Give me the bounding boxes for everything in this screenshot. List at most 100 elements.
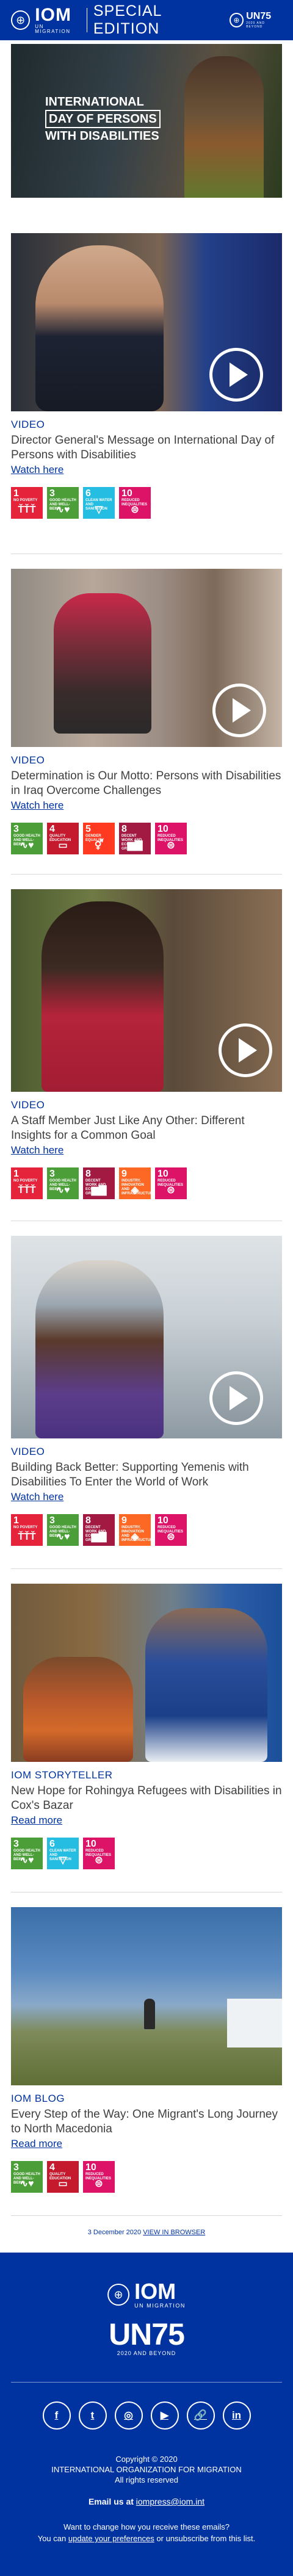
social-links: f t ◎ ▶ 🔗 in [0, 2401, 293, 2430]
sdg-tile: 10 REDUCED INEQUALITIES ⊜ [83, 2161, 115, 2193]
book-icon: ▭ [58, 840, 68, 851]
hero-line-3: WITH DISABILITIES [45, 129, 159, 143]
sdg-number: 9 [121, 1169, 127, 1179]
view-in-browser-link[interactable]: VIEW IN BROWSER [143, 2229, 205, 2236]
equality-icon: ⊜ [167, 1185, 175, 1196]
article-title: Every Step of the Way: One Migrant's Lon… [11, 2108, 278, 2135]
heartbeat-icon: ∿♥ [20, 840, 34, 851]
sdg-number: 3 [49, 1515, 55, 1526]
article-card: VIDEO A Staff Member Just Like Any Other… [11, 889, 282, 1199]
update-preferences-link[interactable]: update your preferences [68, 2534, 154, 2543]
sdg-number: 3 [13, 1839, 19, 1849]
watch-link[interactable]: Watch here [11, 1491, 63, 1503]
article-kicker: VIDEO [11, 419, 45, 430]
sdg-list: 1 NO POVERTY ŤŤŤ 3 GOOD HEALTH AND WELL-BEIN… [11, 1514, 282, 1546]
cubes-icon: ◈ [131, 1532, 139, 1542]
footer-divider [11, 2382, 282, 2383]
article-title: Building Back Better: Supporting Yemenis… [11, 1461, 249, 1488]
iom-logo[interactable]: ⊕ IOM UN MIGRATION [11, 6, 81, 34]
sdg-label: NO POVERTY [13, 1526, 38, 1529]
sdg-tile: 9 INDUSTRY, INNOVATION AND INFRASTRUCTURE… [119, 1167, 155, 1199]
sdg-number: 10 [121, 488, 132, 499]
organization-name: INTERNATIONAL ORGANIZATION FOR MIGRATION [51, 2465, 242, 2474]
edition-title: SPECIAL EDITION [93, 2, 162, 37]
sdg-tile: 3 GOOD HEALTH AND WELL-BEING ∿♥ [47, 1167, 79, 1199]
book-icon: ▭ [58, 2179, 68, 2189]
twitter-icon[interactable]: t [78, 2401, 107, 2430]
sdg-number: 10 [85, 1839, 96, 1849]
sdg-tile: 8 DECENT WORK AND ECONOMIC GROWTH ▆▇ [83, 1167, 115, 1199]
sdg-number: 3 [13, 824, 19, 834]
sdg-tile: 1 NO POVERTY ŤŤŤ [11, 1514, 43, 1546]
read-more-link[interactable]: Read more [11, 2138, 62, 2150]
footer-iom-logo[interactable]: ⊕ IOM UN MIGRATION [107, 2281, 186, 2309]
sdg-label: NO POVERTY [13, 1179, 38, 1183]
sdg-tile: 3 GOOD HEALTH AND WELL-BEING ∿♥ [47, 487, 79, 519]
footer-un75-subtitle: 2020 AND BEYOND [117, 2350, 176, 2356]
article-title: A Staff Member Just Like Any Other: Diff… [11, 1114, 245, 1142]
growth-icon: ▆▇ [127, 840, 143, 851]
sdg-number: 1 [13, 1169, 19, 1179]
article-kicker: IOM BLOG [11, 2093, 65, 2104]
watch-link[interactable]: Watch here [11, 1144, 63, 1156]
email-link[interactable]: iompress@iom.int [136, 2497, 204, 2506]
play-icon[interactable] [212, 684, 266, 737]
youtube-icon[interactable]: ▶ [150, 2401, 179, 2430]
hero-title: INTERNATIONAL DAY OF PERSONS WITH DISABI… [45, 94, 161, 144]
equality-icon: ⊜ [95, 2179, 103, 2189]
article-thumbnail[interactable] [11, 1236, 282, 1438]
sdg-tile: 4 QUALITY EDUCATION ▭ [47, 823, 79, 854]
logo-subtitle: UN MIGRATION [35, 24, 71, 34]
article-card: VIDEO Director General's Message on Inte… [11, 233, 282, 519]
sdg-number: 6 [85, 488, 91, 499]
article-card: IOM BLOG Every Step of the Way: One Migr… [11, 1907, 282, 2193]
sdg-tile: 10 REDUCED INEQUALITIES ⊜ [155, 823, 187, 854]
sdg-number: 6 [49, 1839, 55, 1849]
sdg-tile: 3 GOOD HEALTH AND WELL-BEING ∿♥ [47, 1514, 79, 1546]
hero-line-1: INTERNATIONAL [45, 95, 144, 109]
play-icon[interactable] [209, 348, 263, 402]
un75-text: UN75 [246, 11, 272, 21]
heartbeat-icon: ∿♥ [56, 505, 70, 515]
sdg-tile: 1 NO POVERTY ŤŤŤ [11, 487, 43, 519]
article-thumbnail[interactable] [11, 1584, 282, 1762]
play-icon[interactable] [209, 1371, 263, 1425]
sdg-tile: 1 NO POVERTY ŤŤŤ [11, 1167, 43, 1199]
article-thumbnail[interactable] [11, 569, 282, 747]
sdg-number: 5 [85, 824, 91, 834]
sdg-tile: 3 GOOD HEALTH AND WELL-BEING ∿♥ [11, 1838, 43, 1869]
equality-icon: ⊜ [131, 505, 139, 515]
sdg-tile: 9 INDUSTRY, INNOVATION AND INFRASTRUCTURE… [119, 1514, 155, 1546]
change-question: Want to change how you receive these ema… [63, 2522, 230, 2531]
sdg-number: 3 [13, 2162, 19, 2173]
article-kicker: VIDEO [11, 1099, 45, 1111]
instagram-icon[interactable]: ◎ [114, 2401, 143, 2430]
link-icon[interactable]: 🔗 [186, 2401, 215, 2430]
play-icon[interactable] [219, 1023, 272, 1077]
article-kicker: VIDEO [11, 754, 45, 766]
sdg-label: NO POVERTY [13, 499, 38, 502]
read-more-link[interactable]: Read more [11, 1814, 62, 1827]
article-thumbnail[interactable] [11, 1907, 282, 2085]
divider [11, 1568, 282, 1569]
water-icon: ▽ [59, 1855, 67, 1866]
sdg-tile: 10 REDUCED INEQUALITIES ⊜ [155, 1167, 187, 1199]
heartbeat-icon: ∿♥ [56, 1532, 70, 1542]
article-thumbnail[interactable] [11, 889, 282, 1092]
sdg-number: 1 [13, 488, 19, 499]
change-prefix: You can [37, 2534, 67, 2543]
article-thumbnail[interactable] [11, 233, 282, 411]
article-kicker: VIDEO [11, 1446, 45, 1457]
equality-icon: ⊜ [167, 840, 175, 851]
watch-link[interactable]: Watch here [11, 799, 63, 812]
linkedin-icon[interactable]: in [222, 2401, 251, 2430]
speaker-image [35, 245, 164, 411]
watch-link[interactable]: Watch here [11, 464, 63, 476]
newsletter-date: 3 December 2020 [87, 2229, 142, 2236]
migrant-figure-image [144, 1999, 155, 2029]
sdg-tile: 8 DECENT WORK AND ECONOMIC GROWTH ▆▇ [119, 823, 151, 854]
sdg-tile: 10 REDUCED INEQUALITIES ⊜ [119, 487, 151, 519]
sdg-tile: 6 CLEAN WATER AND SANITATION ▽ [47, 1838, 79, 1869]
family-icon: ŤŤŤ [18, 1532, 36, 1542]
facebook-icon[interactable]: f [42, 2401, 71, 2430]
